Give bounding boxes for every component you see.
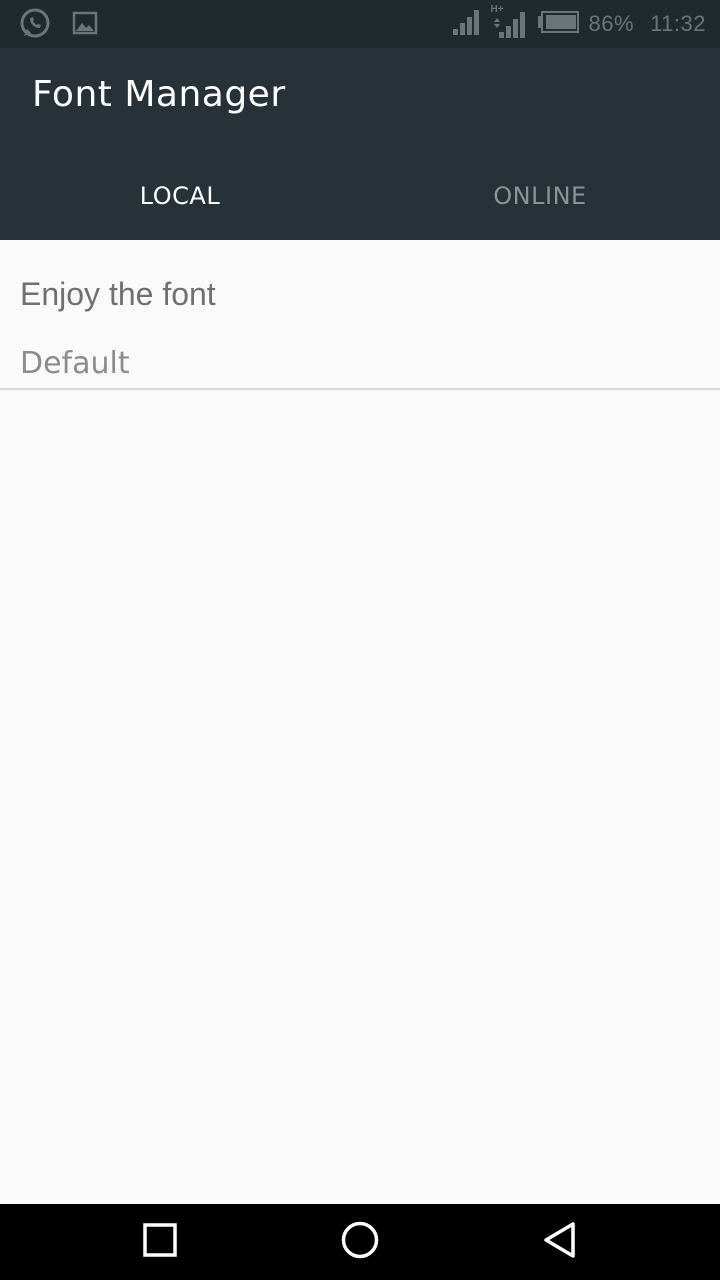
- back-button[interactable]: [500, 1204, 620, 1280]
- font-list-item[interactable]: Enjoy the font Default: [0, 240, 720, 390]
- clock: 11:32: [650, 11, 706, 36]
- home-button[interactable]: [300, 1204, 420, 1280]
- whatsapp-icon: [18, 6, 52, 44]
- mobile-data-signal-icon: H+: [491, 4, 527, 40]
- tab-bar: LOCAL ONLINE: [0, 152, 720, 240]
- app-bar: Font Manager LOCAL ONLINE: [0, 48, 720, 240]
- battery-icon: [537, 10, 579, 38]
- signal-icon: [451, 7, 481, 41]
- screen: H+ 86% 11:32 Font Manager LOCAL ONLINE E…: [0, 0, 720, 1280]
- back-triangle-icon: [542, 1221, 578, 1263]
- status-bar-system: H+ 86% 11:32: [451, 4, 706, 42]
- font-list: Enjoy the font Default: [0, 240, 720, 390]
- font-preview-text: Enjoy the font: [20, 276, 216, 312]
- recents-button[interactable]: [100, 1204, 220, 1280]
- navigation-bar: [0, 1204, 720, 1280]
- battery-percent: 86%: [588, 11, 635, 36]
- home-circle-icon: [340, 1220, 380, 1264]
- font-name: Default: [20, 346, 130, 381]
- app-title: Font Manager: [32, 74, 286, 115]
- tab-local[interactable]: LOCAL: [0, 152, 360, 240]
- recents-square-icon: [142, 1222, 178, 1262]
- image-icon: [72, 10, 98, 40]
- status-bar-notifications: [18, 6, 98, 44]
- tab-online[interactable]: ONLINE: [360, 152, 720, 240]
- status-bar: H+ 86% 11:32: [0, 0, 720, 48]
